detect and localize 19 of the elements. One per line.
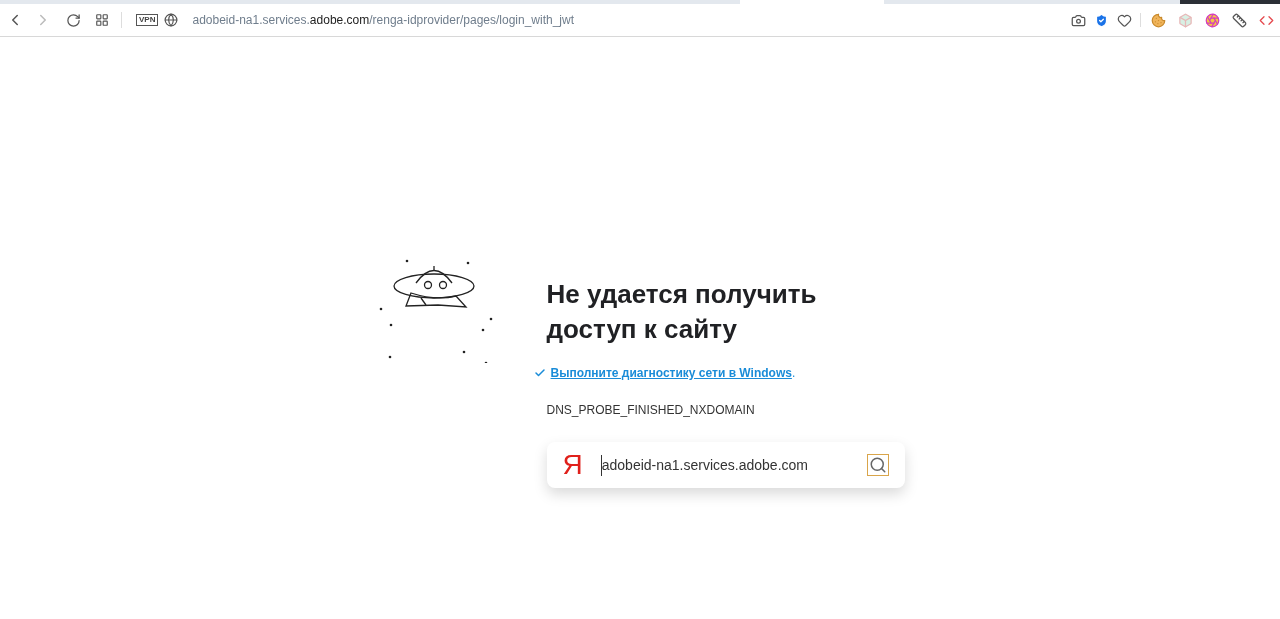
cookie-icon[interactable] bbox=[1151, 12, 1166, 28]
yandex-logo: Я bbox=[562, 451, 583, 479]
vpn-badge[interactable]: VPN bbox=[136, 14, 159, 26]
search-box[interactable]: Я adobeid-na1.services.adobe.com bbox=[546, 442, 905, 488]
address-text[interactable]: adobeid-na1.services.adobe.com/renga-idprovider/pages/login_with_jwt bbox=[192, 11, 575, 29]
diagnostics-link[interactable]: Выполните диагностику сети в Windows bbox=[550, 364, 792, 382]
error-code: DNS_PROBE_FINISHED_NXDOMAIN bbox=[545, 402, 756, 419]
tabs-grid-icon[interactable] bbox=[95, 13, 109, 27]
globe-icon bbox=[164, 13, 179, 27]
camera-icon[interactable] bbox=[1071, 12, 1086, 28]
heart-icon[interactable] bbox=[1117, 12, 1132, 28]
error-title: Не удается получить доступ к сайту bbox=[545, 278, 818, 346]
shield-icon[interactable] bbox=[1094, 12, 1109, 28]
color-wheel-icon[interactable] bbox=[1205, 12, 1220, 28]
period-text: . bbox=[791, 365, 796, 382]
search-input[interactable]: adobeid-na1.services.adobe.com bbox=[600, 454, 867, 476]
search-icon[interactable] bbox=[866, 454, 889, 476]
reload-icon[interactable] bbox=[66, 12, 81, 28]
ruler-icon[interactable] bbox=[1232, 12, 1247, 28]
